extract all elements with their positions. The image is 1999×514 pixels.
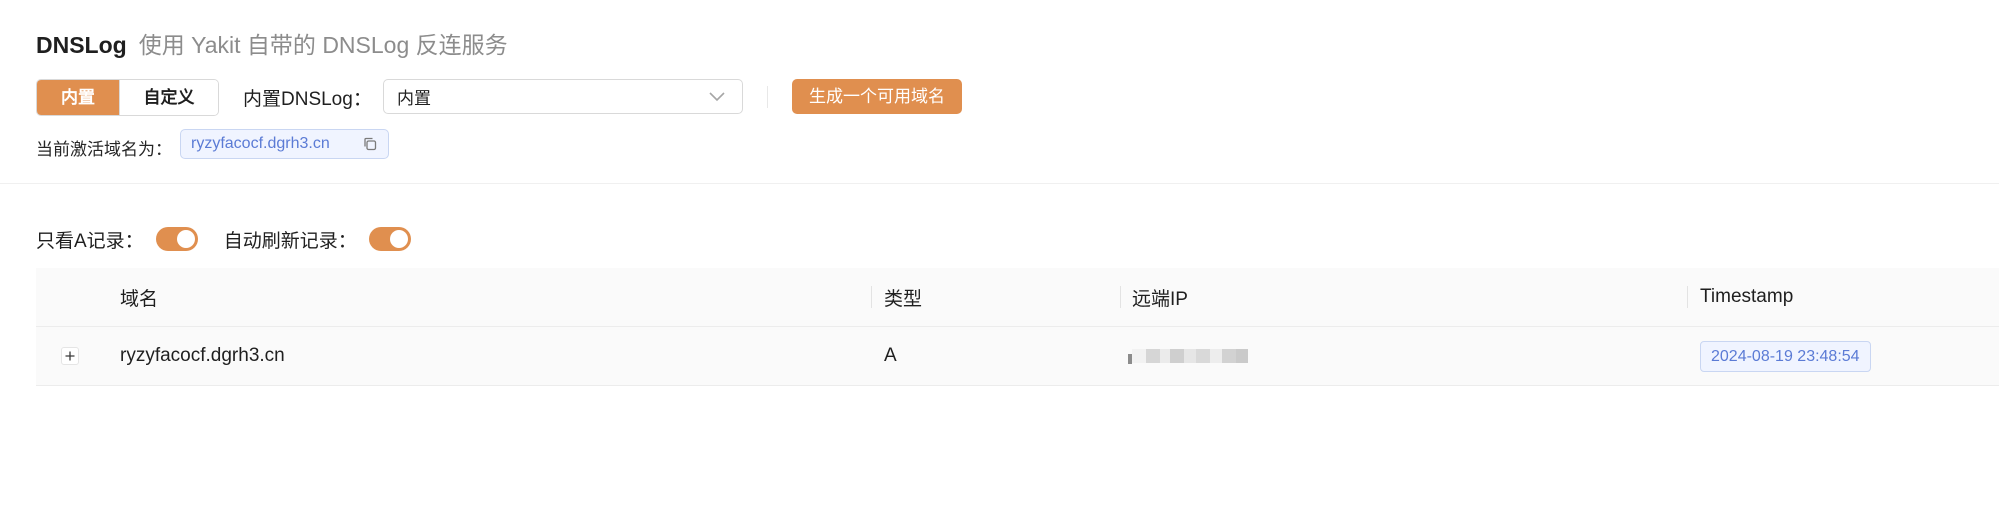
redacted-ip-mask [1128, 348, 1248, 364]
toggle-knob [389, 230, 408, 248]
column-divider [871, 286, 872, 308]
mode-option-custom[interactable]: 自定义 [119, 80, 218, 115]
row-timestamp: 2024-08-19 23:48:54 [1700, 340, 1871, 372]
dnslog-select[interactable]: 内置 [383, 79, 743, 114]
toolbar-divider [767, 86, 768, 108]
column-header-domain[interactable]: 域名 [120, 268, 158, 326]
column-header-timestamp[interactable]: Timestamp [1700, 268, 1793, 326]
generate-domain-button[interactable]: 生成一个可用域名 [792, 79, 962, 114]
page-subtitle: 使用 Yakit 自带的 DNSLog 反连服务 [138, 32, 508, 58]
page-header: DNSLog 使用 Yakit 自带的 DNSLog 反连服务 [36, 26, 508, 62]
row-type: A [884, 345, 897, 366]
active-domain-value: ryzyfacocf.dgrh3.cn [191, 135, 330, 152]
page-title: DNSLog [36, 32, 127, 58]
column-header-type[interactable]: 类型 [884, 268, 922, 326]
table-header: 域名 类型 远端IP Timestamp [36, 268, 1999, 327]
column-divider [1120, 286, 1121, 308]
auto-refresh-toggle[interactable] [368, 227, 411, 251]
column-header-remote-ip[interactable]: 远端IP [1132, 268, 1188, 326]
row-domain: ryzyfacocf.dgrh3.cn [120, 345, 285, 366]
table-row[interactable]: ryzyfacocf.dgrh3.cn A 2024-08-19 23:48:5… [36, 327, 1999, 386]
active-domain-tag: ryzyfacocf.dgrh3.cn [180, 129, 389, 159]
dnslog-select-label: 内置DNSLog： [243, 89, 372, 110]
row-timestamp-cell: 2024-08-19 23:48:54 [1700, 327, 1871, 385]
dnslog-table: 域名 类型 远端IP Timestamp ryzyfacocf.dgrh3.cn… [36, 268, 1999, 386]
chevron-down-icon [708, 88, 726, 106]
plus-icon [65, 351, 75, 361]
dnslog-select-value: 内置 [397, 89, 431, 108]
only-a-record-toggle[interactable] [155, 227, 198, 251]
copy-icon[interactable] [362, 136, 378, 152]
auto-refresh-label: 自动刷新记录： [223, 230, 357, 252]
section-divider [0, 183, 1999, 184]
row-expand-cell [61, 327, 79, 385]
mode-segmented-control: 内置 自定义 [36, 79, 219, 116]
column-divider [1687, 286, 1688, 308]
expand-row-button[interactable] [61, 347, 79, 365]
active-domain-label: 当前激活域名为： [36, 140, 172, 159]
toggle-knob [176, 230, 195, 248]
row-remote-ip [1128, 327, 1248, 385]
only-a-record-label: 只看A记录： [36, 230, 144, 252]
filter-row: 只看A记录： 自动刷新记录： [36, 224, 437, 254]
mode-option-builtin[interactable]: 内置 [37, 80, 119, 115]
